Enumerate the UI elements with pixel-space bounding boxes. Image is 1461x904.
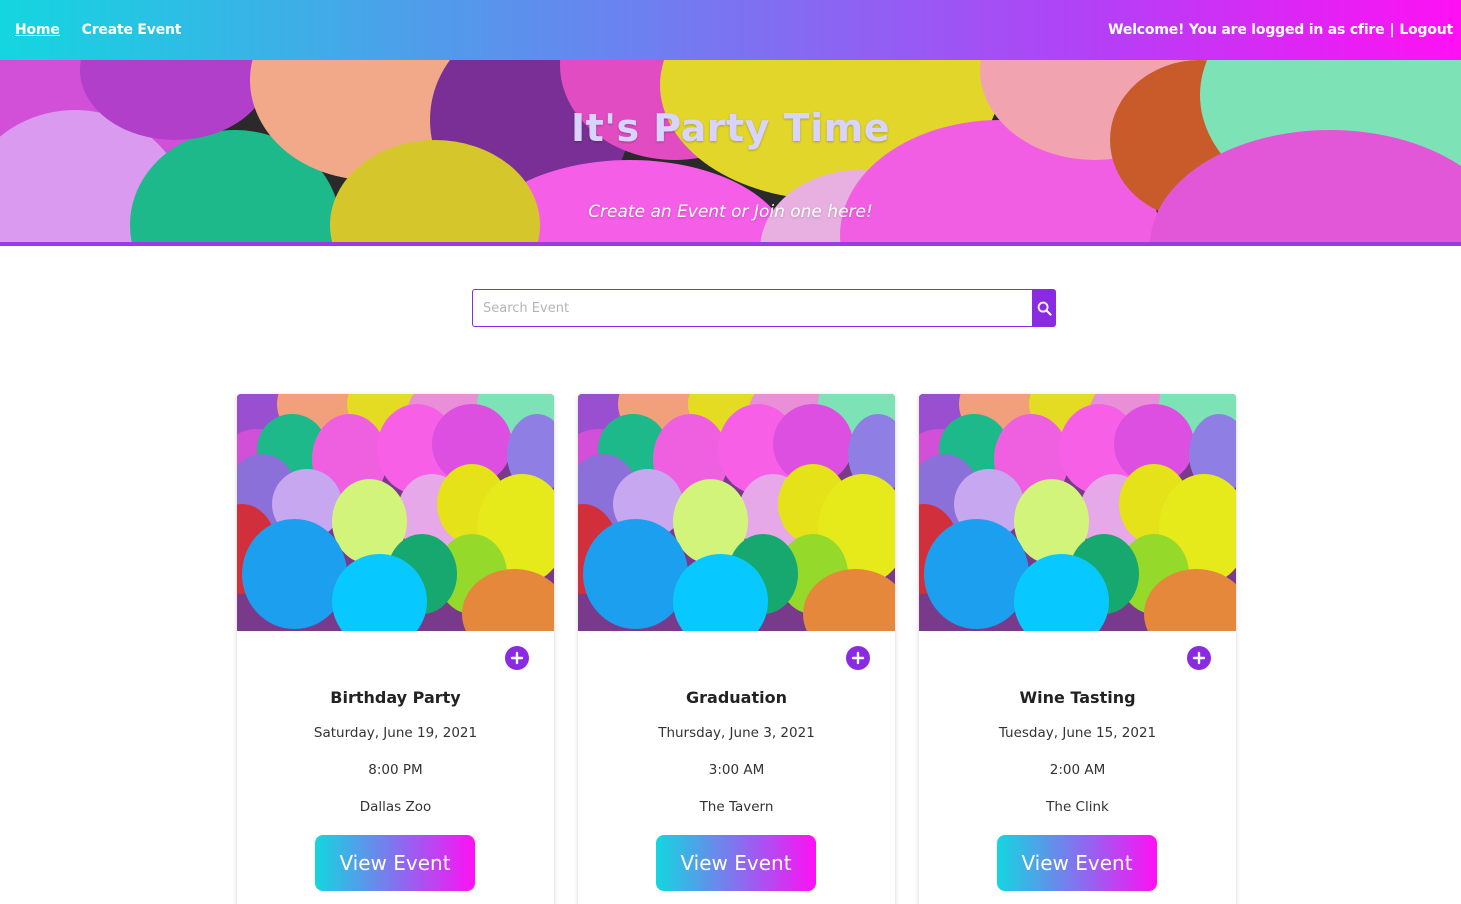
add-event-button[interactable] (505, 646, 529, 670)
add-event-button[interactable] (846, 646, 870, 670)
event-date: Saturday, June 19, 2021 (313, 725, 478, 741)
event-card-list: Birthday Party Saturday, June 19, 2021 8… (237, 394, 1236, 904)
event-time: 3:00 AM (708, 762, 765, 778)
search-input[interactable] (472, 289, 1033, 327)
nav-create-event-link[interactable]: Create Event (82, 22, 182, 38)
welcome-text: Welcome! You are logged in as cfire (1108, 22, 1385, 38)
nav-links: Home Create Event (15, 22, 181, 38)
event-image (578, 394, 895, 631)
search-icon (1037, 301, 1052, 316)
event-time: 8:00 PM (368, 762, 423, 778)
nav-separator: | (1389, 22, 1395, 38)
event-card: Graduation Thursday, June 3, 2021 3:00 A… (578, 394, 895, 904)
plus-circle-icon (851, 651, 865, 665)
event-image (237, 394, 554, 631)
event-time: 2:00 AM (1049, 762, 1106, 778)
hero-banner: It's Party Time Create an Event or Join … (0, 60, 1461, 243)
plus-circle-icon (510, 651, 524, 665)
search-bar (472, 289, 1056, 327)
hero-divider (0, 242, 1461, 246)
add-event-button[interactable] (1187, 646, 1211, 670)
event-location: The Tavern (699, 799, 774, 815)
event-title: Birthday Party (330, 688, 461, 707)
event-date: Thursday, June 3, 2021 (658, 725, 815, 741)
nav-home-link[interactable]: Home (15, 22, 60, 38)
view-event-button[interactable]: View Event (315, 835, 475, 891)
event-date: Tuesday, June 15, 2021 (998, 725, 1157, 741)
top-navbar: Home Create Event Welcome! You are logge… (0, 0, 1461, 60)
search-button[interactable] (1033, 289, 1056, 327)
event-title: Wine Tasting (1019, 688, 1136, 707)
event-location: Dallas Zoo (359, 799, 432, 815)
user-status: Welcome! You are logged in as cfire | Lo… (1108, 22, 1453, 38)
view-event-button[interactable]: View Event (656, 835, 816, 891)
event-card: Wine Tasting Tuesday, June 15, 2021 2:00… (919, 394, 1236, 904)
event-location: The Clink (1046, 799, 1109, 815)
event-image (919, 394, 1236, 631)
hero-subtitle: Create an Event or Join one here! (588, 202, 873, 222)
logout-link[interactable]: Logout (1399, 22, 1453, 38)
event-title: Graduation (686, 688, 787, 707)
view-event-button[interactable]: View Event (997, 835, 1157, 891)
hero-title: It's Party Time (571, 106, 890, 150)
plus-circle-icon (1192, 651, 1206, 665)
event-card: Birthday Party Saturday, June 19, 2021 8… (237, 394, 554, 904)
